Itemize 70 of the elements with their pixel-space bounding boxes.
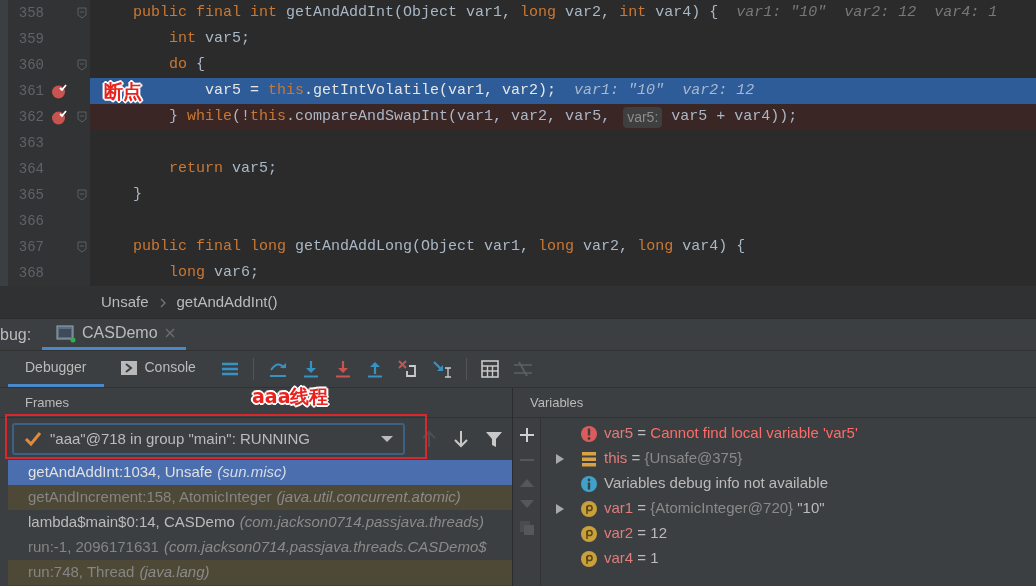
force-step-into-icon[interactable] xyxy=(333,360,352,378)
expand-icon[interactable] xyxy=(555,502,565,515)
error-icon xyxy=(580,424,598,443)
inline-value-hint: var2: 12 xyxy=(844,2,917,23)
variable-entry[interactable]: this = {Unsafe@375} xyxy=(604,447,743,470)
panel-header: Frames xyxy=(25,393,70,412)
close-icon[interactable] xyxy=(163,327,176,339)
window-icon xyxy=(56,323,76,343)
fold-icon[interactable] xyxy=(77,111,87,123)
code-text: public final long getAndAddLong(Object var1, long var2, long var4) { xyxy=(133,236,746,257)
stack-icon xyxy=(581,449,597,468)
code-text: } while(!this.compareAndSwapInt(var1, var2, var5, xyxy=(169,106,612,127)
breakpoint-icon[interactable] xyxy=(51,109,67,125)
breadcrumb[interactable]: getAndAddInt() xyxy=(176,291,278,314)
console-icon xyxy=(120,359,137,376)
code-text: } xyxy=(133,184,143,205)
add-icon[interactable] xyxy=(519,428,534,442)
drop-frame-icon[interactable] xyxy=(397,360,418,378)
step-over-icon[interactable] xyxy=(267,360,288,378)
fold-icon[interactable] xyxy=(77,7,87,19)
trace-icon[interactable] xyxy=(512,361,533,377)
debugger-tab[interactable]: Debugger xyxy=(8,351,104,387)
run-to-cursor-icon[interactable] xyxy=(431,360,452,378)
chevron-icon xyxy=(158,296,167,309)
tab-label: CASDemo xyxy=(82,323,158,343)
variable-entry[interactable]: var1 = {AtomicInteger@720} "10" xyxy=(604,497,825,520)
inline-value-hint: var4: 1 xyxy=(934,2,998,23)
caret-icon xyxy=(381,435,393,443)
fold-icon[interactable] xyxy=(77,59,87,71)
breakpoint-icon[interactable] xyxy=(51,83,67,99)
variable-entry[interactable]: var2 = 12 xyxy=(604,522,667,545)
inline-value-hint: var1: "10" xyxy=(736,2,827,23)
down-arrow-icon[interactable] xyxy=(453,430,469,448)
code-text: do { xyxy=(169,54,206,75)
code-text: var5 = this.getIntVolatile(var1, var2); xyxy=(205,80,557,101)
variable-entry[interactable]: var5 = Cannot find local variable 'var5' xyxy=(604,422,858,445)
variable-entry[interactable]: var4 = 1 xyxy=(604,547,659,570)
expand-icon[interactable] xyxy=(555,452,565,465)
code-text: var5 + var4)); xyxy=(671,106,798,127)
code-text: long var6; xyxy=(169,262,260,283)
frame-row[interactable]: lambda$main$0:14, CASDemo (com.jackson0714.passjava.threads) xyxy=(8,510,512,535)
filter-icon[interactable] xyxy=(485,430,503,448)
step-out-icon[interactable] xyxy=(365,360,384,378)
parameter-hint: var5: xyxy=(623,106,663,128)
code-text: int var5; xyxy=(169,28,251,49)
annotation-label: aaa线程 xyxy=(252,387,329,406)
code-text: return var5; xyxy=(169,158,278,179)
inline-value-hint: var1: "10" xyxy=(574,80,665,101)
check-icon xyxy=(24,431,42,447)
code-text: public final int getAndAddInt(Object var1, long var2, int var4) { xyxy=(133,2,719,23)
parameter-icon xyxy=(580,499,598,518)
fold-icon[interactable] xyxy=(77,189,87,201)
thread-dropdown[interactable]: "aaa"@718 in group "main": RUNNING xyxy=(12,423,405,455)
panel-header: Variables xyxy=(530,393,584,412)
console-tab[interactable]: Console xyxy=(103,351,213,387)
inline-value-hint: var2: 12 xyxy=(682,80,755,101)
info-icon xyxy=(580,474,598,493)
frame-row[interactable]: getAndAddInt:1034, Unsafe (sun.misc) xyxy=(8,460,512,485)
fold-icon[interactable] xyxy=(77,241,87,253)
breadcrumb[interactable]: Unsafe xyxy=(101,291,149,314)
step-into-icon[interactable] xyxy=(301,360,320,378)
annotation-label: 断点 xyxy=(104,82,142,101)
up-arrow-icon[interactable] xyxy=(421,430,437,448)
menu-icon[interactable] xyxy=(220,361,239,377)
panel-title: bug: xyxy=(0,324,33,345)
frame-row[interactable]: run:-1, 2096171631 (com.jackson0714.passjava.threads.CASDemo$ xyxy=(8,535,512,560)
calculator-icon[interactable] xyxy=(480,360,499,378)
parameter-icon xyxy=(580,524,598,543)
info-message: Variables debug info not available xyxy=(604,473,829,494)
parameter-icon xyxy=(580,549,598,568)
